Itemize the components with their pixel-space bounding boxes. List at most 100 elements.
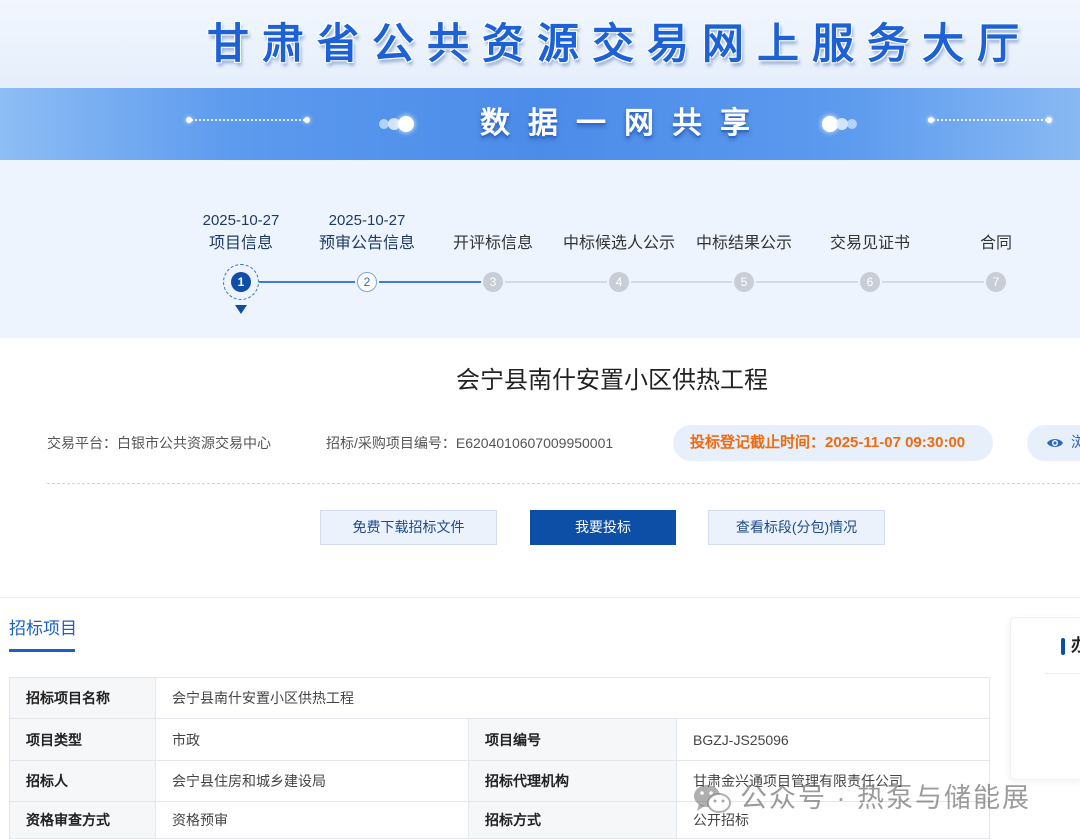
step-marker[interactable]: 7 xyxy=(978,264,1014,300)
project-card: 会宁县南什安置小区供热工程 交易平台：白银市公共资源交易中心 招标/采购项目编号… xyxy=(0,338,1080,839)
page-title: 会宁县南什安置小区供热工程 xyxy=(456,367,768,394)
table-value-cell: 会宁县住房和城乡建设局 xyxy=(155,760,469,802)
step-marker[interactable]: 1 xyxy=(223,264,259,314)
banner-decoration-bubble xyxy=(847,119,857,129)
step-witness-certificate[interactable]: 交易见证书 xyxy=(805,210,935,256)
deadline-label: 投标登记截止时间： xyxy=(690,434,826,451)
views-label: 浏 xyxy=(1071,434,1080,451)
table-label-cell: 资格审查方式 xyxy=(9,801,156,839)
table-value-cell: 市政 xyxy=(155,718,469,761)
project-code-value: E6204010607009950001 xyxy=(455,435,614,451)
project-info-table: 招标项目名称 会宁县南什安置小区供热工程 项目类型 市政 项目编号 BGZJ-J… xyxy=(9,677,991,839)
step-label: 交易见证书 xyxy=(829,235,910,252)
step-connector xyxy=(259,281,355,283)
progress-steps: 2025-10-27 项目信息 2025-10-27 预审公告信息 开评标信息 … xyxy=(0,160,1080,338)
step-date xyxy=(428,210,558,232)
view-sections-button[interactable]: 查看标段(分包)情况 xyxy=(708,510,885,545)
banner-decoration-bubble xyxy=(398,116,414,132)
banner-slogan: 数据一网共享 xyxy=(480,106,768,141)
table-row: 招标人 会宁县住房和城乡建设局 招标代理机构 甘肃金兴通项目管理有限责任公司 xyxy=(9,760,991,802)
table-value-cell: 甘肃金兴通项目管理有限责任公司 xyxy=(675,760,991,802)
side-panel-heading: 办 xyxy=(1071,635,1080,657)
platform-label: 交易平台： xyxy=(47,435,117,451)
banner-decoration-dot xyxy=(928,117,934,123)
step-number: 5 xyxy=(734,272,754,292)
step-connector xyxy=(756,281,858,283)
step-number: 7 xyxy=(986,272,1006,292)
tab-tender-project[interactable]: 招标项目 xyxy=(9,618,77,640)
step-marker[interactable]: 5 xyxy=(726,264,762,300)
step-label: 项目信息 xyxy=(208,235,273,252)
project-code-label: 招标/采购项目编号： xyxy=(326,435,456,451)
side-panel-divider xyxy=(1044,673,1080,674)
table-value-cell: 会宁县南什安置小区供热工程 xyxy=(154,677,991,719)
step-marker[interactable]: 3 xyxy=(475,264,511,300)
step-number: 4 xyxy=(609,272,629,292)
table-row: 资格审查方式 资格预审 招标方式 公开招标 xyxy=(9,801,991,839)
project-code-info: 招标/采购项目编号：E6204010607009950001 xyxy=(326,433,613,453)
views-badge: 浏 xyxy=(1027,425,1080,461)
step-marker[interactable]: 2 xyxy=(349,264,385,300)
banner-decoration-dot xyxy=(1046,117,1052,123)
side-panel: 办 xyxy=(1010,617,1080,780)
step-number: 3 xyxy=(483,272,503,292)
step-date xyxy=(805,210,935,232)
step-number: 1 xyxy=(231,272,251,292)
banner-decoration-dot xyxy=(186,117,192,123)
table-row: 项目类型 市政 项目编号 BGZJ-JS25096 xyxy=(9,718,991,761)
site-header: 甘肃省公共资源交易网上服务大厅 xyxy=(0,0,1080,88)
step-marker[interactable]: 4 xyxy=(601,264,637,300)
site-title: 甘肃省公共资源交易网上服务大厅 xyxy=(207,19,1033,68)
banner-decoration-dotline-right xyxy=(930,119,1050,121)
step-date: 2025-10-27 xyxy=(202,212,280,229)
step-date xyxy=(679,210,809,232)
table-label-cell: 项目类型 xyxy=(9,718,156,761)
step-date xyxy=(931,210,1061,232)
step-label: 合同 xyxy=(979,235,1012,252)
deadline-badge: 投标登记截止时间：2025-11-07 09:30:00 xyxy=(673,425,993,461)
step-number: 6 xyxy=(860,272,880,292)
eye-icon xyxy=(1047,439,1063,447)
table-value-cell: 公开招标 xyxy=(675,801,991,839)
step-label: 开评标信息 xyxy=(452,235,533,252)
step-bid-evaluation[interactable]: 开评标信息 xyxy=(428,210,558,256)
arrow-down-icon xyxy=(235,305,247,314)
platform-value: 白银市公共资源交易中心 xyxy=(117,435,271,451)
step-label: 中标结果公示 xyxy=(695,235,792,252)
table-label-cell: 招标人 xyxy=(9,760,156,802)
step-candidate-notice[interactable]: 中标候选人公示 xyxy=(554,210,684,256)
step-marker[interactable]: 6 xyxy=(852,264,888,300)
table-label-cell: 招标项目名称 xyxy=(9,677,156,719)
step-connector xyxy=(505,281,607,283)
step-date: 2025-10-27 xyxy=(328,212,406,229)
tab-active-indicator xyxy=(9,649,75,652)
table-label-cell: 招标代理机构 xyxy=(468,760,677,802)
step-connector xyxy=(379,281,481,283)
step-connector xyxy=(631,281,732,283)
banner: 数据一网共享 xyxy=(0,88,1080,160)
step-prequal-notice[interactable]: 2025-10-27 预审公告信息 xyxy=(302,210,432,256)
step-connector xyxy=(882,281,984,283)
deadline-value: 2025-11-07 09:30:00 xyxy=(825,434,966,451)
table-label-cell: 招标方式 xyxy=(468,801,677,839)
table-value-cell: 资格预审 xyxy=(155,801,469,839)
submit-bid-button[interactable]: 我要投标 xyxy=(530,510,676,545)
download-bid-file-button[interactable]: 免费下载招标文件 xyxy=(320,510,497,545)
table-row: 招标项目名称 会宁县南什安置小区供热工程 xyxy=(9,677,991,719)
table-value-cell: BGZJ-JS25096 xyxy=(675,718,991,761)
step-contract[interactable]: 合同 xyxy=(931,210,1061,256)
step-project-info[interactable]: 2025-10-27 项目信息 xyxy=(176,210,306,256)
step-result-notice[interactable]: 中标结果公示 xyxy=(679,210,809,256)
divider xyxy=(47,483,1080,484)
table-label-cell: 项目编号 xyxy=(468,718,677,761)
step-number: 2 xyxy=(357,272,377,292)
banner-decoration-dot xyxy=(304,117,310,123)
step-label: 中标候选人公示 xyxy=(562,235,675,252)
step-label: 预审公告信息 xyxy=(318,235,415,252)
banner-decoration-dotline-left xyxy=(188,119,308,121)
section-divider xyxy=(0,597,1080,598)
platform-info: 交易平台：白银市公共资源交易中心 xyxy=(47,433,271,453)
page: 甘肃省公共资源交易网上服务大厅 数据一网共享 2025-10-27 项目信息 2… xyxy=(0,0,1080,839)
step-date xyxy=(554,210,684,232)
side-panel-accent-bar xyxy=(1061,638,1065,655)
